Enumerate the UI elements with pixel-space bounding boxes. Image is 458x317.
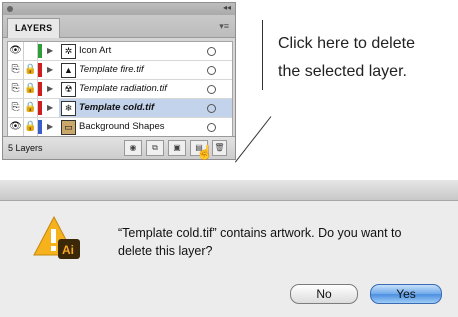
panel-title-strip: ◂◂ (3, 3, 235, 15)
panel-close-icon[interactable] (7, 6, 13, 12)
dialog-titlebar (0, 180, 458, 201)
yes-button[interactable]: Yes (370, 284, 442, 304)
expand-triangle-icon[interactable]: ▶ (47, 118, 57, 136)
make-clipping-mask-icon[interactable]: ⧉ (146, 140, 164, 156)
layers-panel: ◂◂ LAYERS ▾≡ 👁 ▶ ✲ Icon Art ⎘ 🔒 ▶ ▲ Temp… (2, 2, 236, 160)
lock-toggle[interactable] (24, 42, 38, 60)
lock-icon[interactable]: 🔒 (24, 61, 38, 79)
layer-name: Template fire.tif (79, 64, 144, 75)
layer-thumbnail: ❄ (61, 101, 76, 116)
layer-thumbnail: ☢ (61, 82, 76, 97)
layer-color-swatch (38, 44, 42, 58)
layer-color-swatch (38, 101, 42, 115)
target-circle-icon[interactable] (207, 104, 216, 113)
layer-row[interactable]: 👁 🔒 ▶ ▭ Background Shapes (8, 118, 232, 137)
layer-count: 5 Layers (8, 143, 43, 153)
visibility-eye-icon[interactable]: 👁 (8, 42, 24, 60)
template-icon[interactable]: ⎘ (8, 80, 24, 98)
layer-thumbnail: ✲ (61, 44, 76, 59)
callout-bracket-line (262, 20, 263, 90)
panel-menu-icon[interactable]: ▾≡ (219, 21, 229, 32)
expand-triangle-icon[interactable]: ▶ (47, 42, 57, 60)
visibility-eye-icon[interactable]: 👁 (8, 118, 24, 136)
layer-color-swatch (38, 120, 42, 134)
hand-cursor-icon: ☝ (196, 144, 214, 160)
template-icon[interactable]: ⎘ (8, 61, 24, 79)
callout-pointer-line (234, 116, 272, 163)
layer-name: Background Shapes (79, 121, 165, 132)
layer-name: Icon Art (79, 45, 112, 56)
delete-layer-icon[interactable]: 🗑 (212, 140, 227, 156)
target-circle-icon[interactable] (207, 123, 216, 132)
target-circle-icon[interactable] (207, 47, 216, 56)
layer-name-area[interactable]: ✲ Icon Art (59, 42, 232, 60)
panel-tab-bar: LAYERS ▾≡ (3, 15, 235, 38)
layer-thumbnail: ▲ (61, 63, 76, 78)
layer-list: 👁 ▶ ✲ Icon Art ⎘ 🔒 ▶ ▲ Template fire.tif (7, 41, 233, 138)
template-icon[interactable]: ⎘ (8, 99, 24, 117)
lock-icon[interactable]: 🔒 (24, 80, 38, 98)
layer-name-area[interactable]: ▭ Background Shapes (59, 118, 232, 136)
target-circle-icon[interactable] (207, 85, 216, 94)
layer-row-selected[interactable]: ⎘ 🔒 ▶ ❄ Template cold.tif (8, 99, 232, 118)
lock-icon[interactable]: 🔒 (24, 99, 38, 117)
layer-name: Template radiation.tif (79, 83, 167, 94)
collapse-panel-icon[interactable]: ◂◂ (223, 3, 231, 12)
expand-triangle-icon[interactable]: ▶ (47, 80, 57, 98)
target-circle-icon[interactable] (207, 66, 216, 75)
layer-row[interactable]: 👁 ▶ ✲ Icon Art (8, 42, 232, 61)
create-sublayer-icon[interactable]: ▣ (168, 140, 186, 156)
warning-icon: Ai (33, 215, 80, 259)
callout-line-1: Click here to delete (278, 35, 415, 52)
layer-color-swatch (38, 82, 42, 96)
layer-thumbnail: ▭ (61, 120, 76, 135)
layer-row[interactable]: ⎘ 🔒 ▶ ▲ Template fire.tif (8, 61, 232, 80)
callout-text: Click here to delete the selected layer. (278, 30, 415, 86)
layer-row[interactable]: ⎘ 🔒 ▶ ☢ Template radiation.tif (8, 80, 232, 99)
layer-name-area[interactable]: ❄ Template cold.tif (59, 99, 232, 117)
layer-name: Template cold.tif (79, 102, 155, 113)
layer-color-swatch (38, 63, 42, 77)
locate-object-icon[interactable]: ◉ (124, 140, 142, 156)
expand-triangle-icon[interactable]: ▶ (47, 99, 57, 117)
callout-line-2: the selected layer. (278, 63, 407, 80)
confirm-delete-dialog: Ai “Template cold.tif” contains artwork.… (0, 180, 458, 317)
no-button[interactable]: No (290, 284, 358, 304)
lock-icon[interactable]: 🔒 (24, 118, 38, 136)
expand-triangle-icon[interactable]: ▶ (47, 61, 57, 79)
tab-layers[interactable]: LAYERS (7, 18, 61, 38)
app-icon-label: Ai (62, 243, 74, 257)
layer-name-area[interactable]: ☢ Template radiation.tif (59, 80, 232, 98)
dialog-message: “Template cold.tif” contains artwork. Do… (118, 226, 402, 258)
layer-name-area[interactable]: ▲ Template fire.tif (59, 61, 232, 79)
